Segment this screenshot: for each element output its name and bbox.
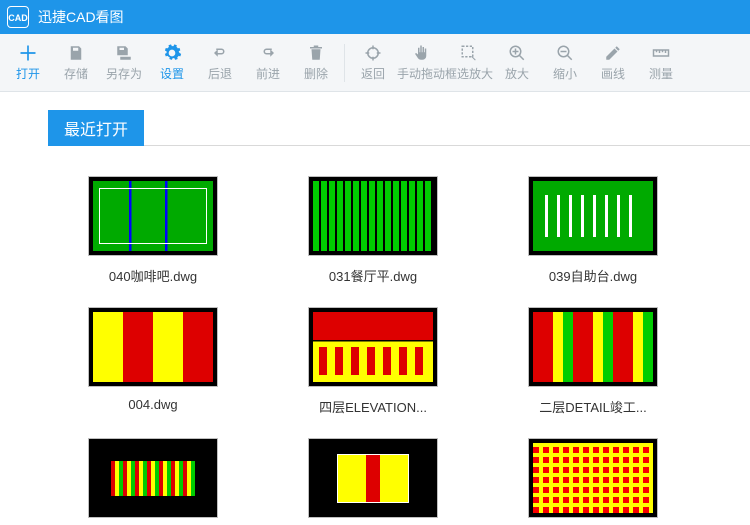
file-name: 二层DETAIL竣工... — [539, 397, 646, 416]
undo-button[interactable]: 后退 — [196, 37, 244, 89]
toolbar-label: 存储 — [64, 65, 88, 82]
app-logo-icon: CAD — [6, 5, 30, 29]
file-card[interactable]: M5-7.22.dwg — [268, 438, 478, 525]
file-name: 039自助台.dwg — [549, 266, 637, 285]
toolbar-label: 另存为 — [106, 65, 142, 82]
zoomout-icon — [555, 43, 575, 63]
redo-icon — [258, 43, 278, 63]
toolbar-label: 框选放大 — [445, 65, 493, 82]
toolbar-separator — [344, 44, 345, 82]
toolbar-label: 设置 — [160, 65, 184, 82]
save-icon — [66, 43, 86, 63]
section-header: 最近打开 — [48, 110, 144, 146]
trash-icon — [306, 43, 326, 63]
file-thumbnail — [88, 438, 218, 518]
file-name: 040咖啡吧.dwg — [109, 266, 197, 285]
zoomin-button[interactable]: 放大 — [493, 37, 541, 89]
file-name: 四层ELEVATION... — [319, 397, 427, 416]
target-icon — [363, 43, 383, 63]
recent-files-grid: 040咖啡吧.dwg 031餐厅平.dwg 039自助台.dwg 004.dwg 四层E… — [48, 176, 750, 525]
file-name: 031餐厅平.dwg — [329, 266, 417, 285]
gear-button[interactable]: 设置 — [148, 37, 196, 89]
file-card[interactable]: M8-7.52.dwg — [488, 438, 698, 525]
content-area: 最近打开 040咖啡吧.dwg 031餐厅平.dwg 039自助台.dwg 004.d… — [0, 92, 750, 525]
pencil-button[interactable]: 画线 — [589, 37, 637, 89]
ruler-button[interactable]: 测量 — [637, 37, 685, 89]
zoombox-button[interactable]: 框选放大 — [445, 37, 493, 89]
saveas-button[interactable]: 另存为 — [100, 37, 148, 89]
trash-button[interactable]: 删除 — [292, 37, 340, 89]
file-thumbnail — [88, 307, 218, 387]
undo-icon — [210, 43, 230, 63]
file-thumbnail — [528, 176, 658, 256]
file-thumbnail — [88, 176, 218, 256]
toolbar-label: 放大 — [505, 65, 529, 82]
zoomin-icon — [507, 43, 527, 63]
target-button[interactable]: 返回 — [349, 37, 397, 89]
toolbar-label: 画线 — [601, 65, 625, 82]
save-button[interactable]: 存储 — [52, 37, 100, 89]
pencil-icon — [603, 43, 623, 63]
file-thumbnail — [528, 307, 658, 387]
section-divider — [48, 145, 750, 146]
zoombox-icon — [459, 43, 479, 63]
hand-icon — [411, 43, 431, 63]
file-thumbnail — [308, 176, 438, 256]
toolbar-label: 删除 — [304, 65, 328, 82]
file-card[interactable]: 二层DETAIL竣工... — [488, 307, 698, 416]
toolbar-label: 后退 — [208, 65, 232, 82]
file-card[interactable]: 004.dwg — [48, 307, 258, 416]
toolbar-label: 前进 — [256, 65, 280, 82]
file-thumbnail — [528, 438, 658, 518]
file-card[interactable]: M5-7.16.dwg — [48, 438, 258, 525]
gear-icon — [162, 43, 182, 63]
plus-button[interactable]: 打开 — [4, 37, 52, 89]
ruler-icon — [651, 43, 671, 63]
file-card[interactable]: 039自助台.dwg — [488, 176, 698, 285]
file-card[interactable]: 031餐厅平.dwg — [268, 176, 478, 285]
svg-text:CAD: CAD — [8, 13, 28, 23]
redo-button[interactable]: 前进 — [244, 37, 292, 89]
file-card[interactable]: 040咖啡吧.dwg — [48, 176, 258, 285]
hand-button[interactable]: 手动拖动 — [397, 37, 445, 89]
file-name: 004.dwg — [128, 397, 177, 412]
toolbar: 打开 存储 另存为 设置 后退 前进 删除 返回手动拖动框选放大放大 缩小 画线 测量 — [0, 34, 750, 92]
toolbar-label: 缩小 — [553, 65, 577, 82]
toolbar-label: 打开 — [16, 65, 40, 82]
toolbar-label: 返回 — [361, 65, 385, 82]
plus-icon — [18, 43, 38, 63]
app-title: 迅捷CAD看图 — [38, 7, 124, 27]
toolbar-label: 手动拖动 — [397, 65, 445, 82]
toolbar-label: 测量 — [649, 65, 673, 82]
saveas-icon — [114, 43, 134, 63]
zoomout-button[interactable]: 缩小 — [541, 37, 589, 89]
file-thumbnail — [308, 307, 438, 387]
file-thumbnail — [308, 438, 438, 518]
file-card[interactable]: 四层ELEVATION... — [268, 307, 478, 416]
titlebar: CAD 迅捷CAD看图 — [0, 0, 750, 34]
